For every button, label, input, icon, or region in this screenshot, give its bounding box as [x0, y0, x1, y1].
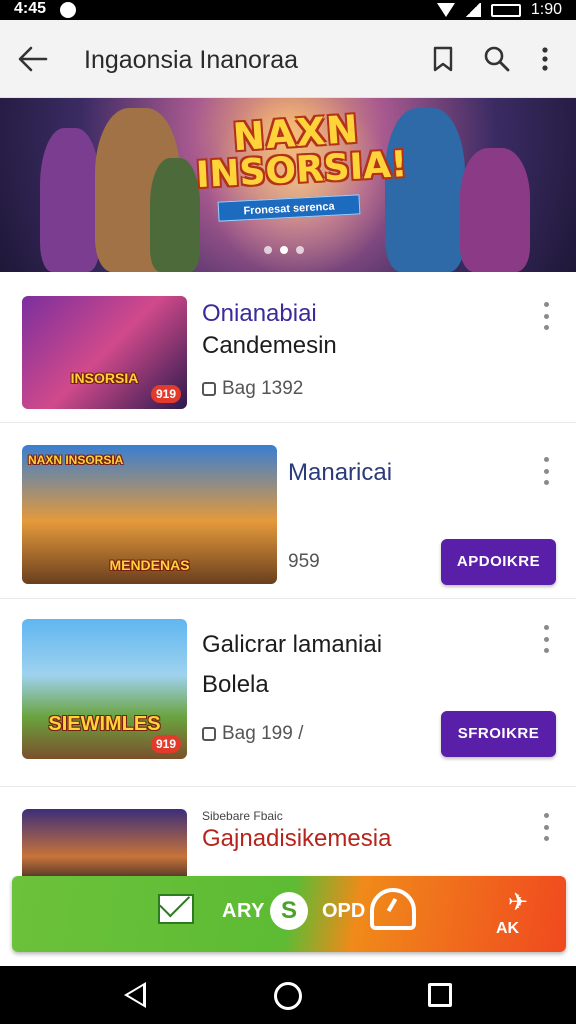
promo-label-right: OPD	[322, 900, 366, 922]
app-action-button[interactable]: SFROIKRE	[441, 711, 556, 757]
thumbnail-title: SIEWIMLES	[48, 713, 161, 735]
bookmark-icon[interactable]	[428, 44, 458, 74]
card-meta-text: 959	[288, 551, 320, 572]
card-title[interactable]: Galicrar lamaniai	[202, 631, 382, 659]
list-item[interactable]: NAXN INSORSIA MENDENAS Manaricai 959 APD…	[0, 423, 576, 598]
more-vert-icon[interactable]	[530, 44, 560, 74]
game-thumbnail[interactable]: NAXN INSORSIA MENDENAS	[22, 445, 277, 584]
card-subtitle: Bolela	[202, 671, 269, 698]
promo-label-left: ARY	[222, 900, 265, 922]
card-title[interactable]: Gajnadisikemesia	[202, 825, 391, 853]
promo-banner[interactable]: ARY S OPD ✈ AK	[12, 876, 566, 952]
game-thumbnail[interactable]: SIEWIMLES 919	[22, 619, 187, 759]
promo-logo-icon: S	[270, 892, 308, 930]
status-clock: 1:90	[530, 1, 562, 18]
character-art	[150, 158, 200, 272]
wifi-icon	[436, 3, 455, 17]
tag-icon	[202, 382, 216, 396]
app-bar: Ingaonsia Inanoraa	[0, 20, 576, 98]
character-art	[40, 128, 100, 272]
card-overline: Sibebare Fbaic	[202, 809, 283, 823]
more-vert-icon[interactable]	[542, 302, 550, 330]
tag-icon	[202, 727, 216, 741]
list-item[interactable]: INSORSIA 919 Onianabiai Candemesin Bag 1…	[0, 272, 576, 422]
status-time: 4:45	[14, 0, 47, 17]
card-title[interactable]: Manaricai	[288, 459, 392, 487]
character-art	[460, 148, 530, 272]
back-arrow-icon[interactable]	[18, 46, 48, 72]
character-art	[385, 108, 465, 272]
card-meta: Bag 199 /	[202, 723, 303, 745]
app-action-button[interactable]: APDOIKRE	[441, 539, 556, 585]
game-thumbnail[interactable]: INSORSIA 919	[22, 296, 187, 409]
card-meta: 959	[288, 551, 320, 573]
list-item[interactable]: SIEWIMLES 919 Galicrar lamaniai Bolela B…	[0, 599, 576, 783]
game-thumbnail[interactable]	[22, 809, 187, 877]
more-vert-icon[interactable]	[542, 625, 550, 653]
more-vert-icon[interactable]	[542, 457, 550, 485]
signal-icon	[464, 3, 481, 17]
promo-right-label[interactable]: AK	[496, 920, 519, 938]
card-title[interactable]: Onianabiai	[202, 300, 317, 328]
page-title: Ingaonsia Inanoraa	[84, 46, 299, 74]
carousel-dot-active[interactable]	[280, 246, 288, 254]
nav-recents-icon[interactable]	[428, 983, 452, 1007]
alarm-icon[interactable]	[370, 888, 416, 930]
card-meta-text: Bag 199 /	[222, 723, 304, 744]
card-subtitle: Candemesin	[202, 332, 337, 359]
system-nav-bar	[0, 966, 576, 1024]
thumbnail-title: MENDENAS	[109, 557, 190, 573]
card-meta: Bag 1392	[202, 378, 303, 400]
battery-icon	[490, 3, 521, 17]
carousel-indicator	[264, 246, 304, 254]
more-vert-icon[interactable]	[542, 813, 550, 841]
carousel-dot[interactable]	[296, 246, 304, 254]
search-icon[interactable]	[482, 44, 512, 74]
notification-icon	[60, 2, 76, 18]
nav-back-icon[interactable]	[124, 982, 146, 1008]
card-meta-text: Bag 1392	[222, 378, 304, 399]
mail-icon	[158, 894, 194, 924]
thumbnail-title: INSORSIA	[70, 370, 139, 386]
nav-home-icon[interactable]	[274, 982, 302, 1010]
list-item[interactable]: Sibebare Fbaic Gajnadisikemesia	[0, 787, 576, 877]
carousel-dot[interactable]	[264, 246, 272, 254]
thumbnail-badge: 919	[150, 735, 181, 753]
plane-icon: ✈	[508, 889, 529, 916]
thumbnail-badge: 919	[150, 385, 181, 403]
status-bar: 4:45 1:90	[0, 0, 576, 20]
thumbnail-top-text: NAXN INSORSIA	[28, 453, 124, 467]
